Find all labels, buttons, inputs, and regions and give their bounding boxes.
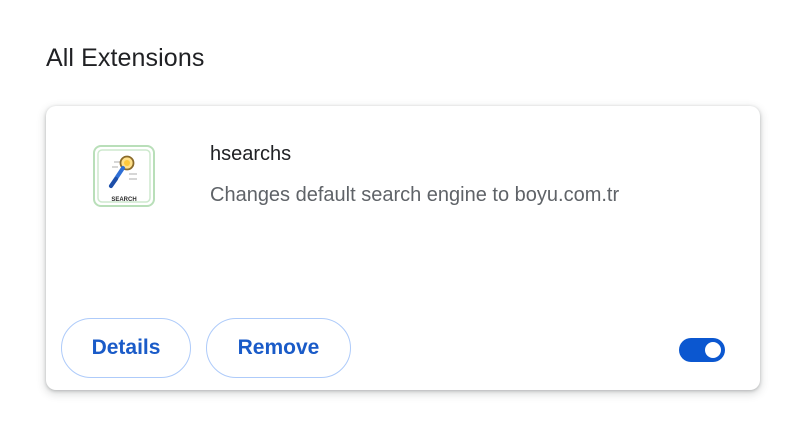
toggle-knob <box>705 342 721 358</box>
extension-icon: SEARCH <box>92 144 156 208</box>
icon-caption: SEARCH <box>111 197 136 203</box>
extension-description: Changes default search engine to boyu.co… <box>210 184 620 206</box>
section-title: All Extensions <box>46 44 205 72</box>
details-button[interactable]: Details <box>61 318 191 378</box>
extensions-page: All Extensions SEARCH hsearchs Changes d… <box>0 0 800 443</box>
remove-button[interactable]: Remove <box>206 318 351 378</box>
extension-enabled-toggle[interactable] <box>679 338 725 362</box>
search-magnifier-icon: SEARCH <box>93 145 155 207</box>
extension-card: SEARCH hsearchs Changes default search e… <box>46 106 760 390</box>
extension-name: hsearchs <box>210 143 292 165</box>
